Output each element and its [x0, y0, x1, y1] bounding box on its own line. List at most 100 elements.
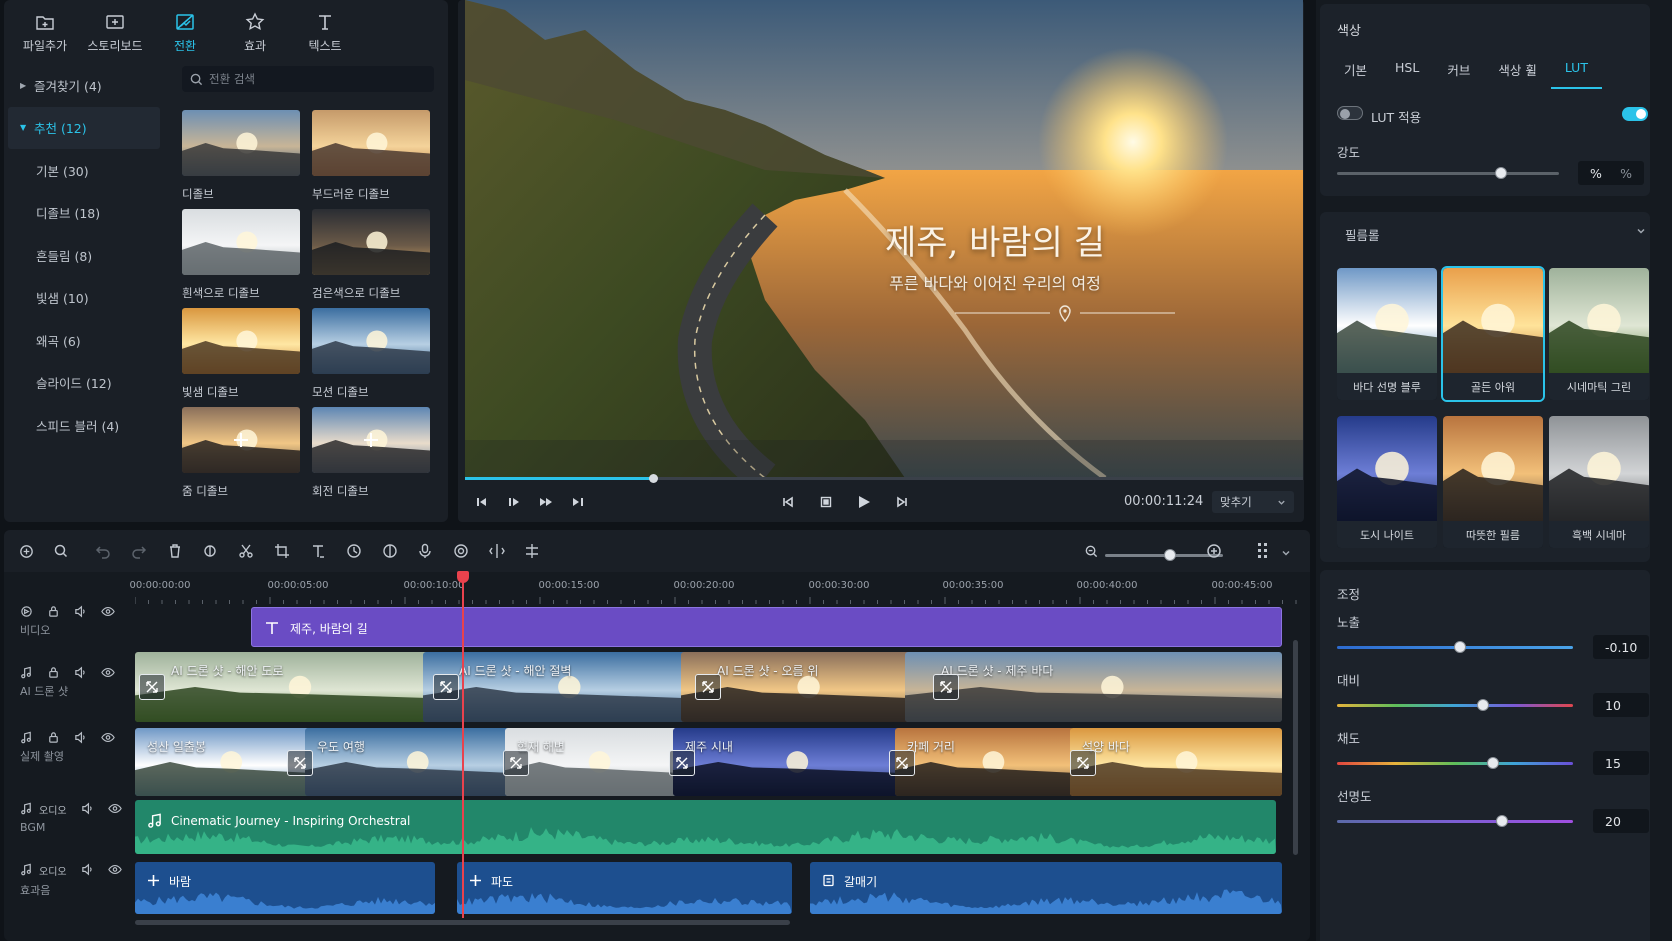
zoom-out-button[interactable]: [1082, 542, 1100, 560]
ripple-button[interactable]: [201, 542, 219, 560]
video-clip[interactable]: 협재 해변: [505, 728, 677, 796]
next-clip-button[interactable]: [891, 493, 913, 511]
color-tab[interactable]: LUT: [1550, 58, 1602, 89]
adjust-slider[interactable]: [1337, 641, 1573, 653]
transition-card[interactable]: 흰색으로 디졸브: [182, 209, 300, 308]
ai-tools-button[interactable]: [17, 542, 35, 560]
strength-slider[interactable]: [1337, 167, 1559, 179]
adjust-slider[interactable]: [1337, 815, 1573, 827]
chevron-down-icon[interactable]: [1636, 226, 1646, 236]
video-clip[interactable]: 카페 거리: [895, 728, 1074, 796]
adjust-slider[interactable]: [1337, 699, 1573, 711]
video-clip[interactable]: 우도 여행: [305, 728, 510, 796]
prev-frame-button[interactable]: [503, 493, 525, 511]
transition-card[interactable]: 빛샘 디졸브: [182, 308, 300, 407]
fit-select[interactable]: 맞추기: [1212, 491, 1294, 513]
color-match-button[interactable]: [381, 542, 399, 560]
video-clip[interactable]: 석양 바다: [1070, 728, 1282, 796]
playback-scrubber[interactable]: [648, 474, 658, 483]
adjust-value-input[interactable]: 15: [1593, 751, 1649, 775]
bgm-clip[interactable]: Cinematic Journey - Inspiring Orchestral: [135, 800, 1276, 854]
adjust-value-input[interactable]: 20: [1593, 809, 1649, 833]
category-item[interactable]: 왜곡 (6): [8, 319, 160, 362]
transition-marker[interactable]: [1070, 750, 1096, 776]
timeline-horizontal-scrollbar[interactable]: [135, 920, 790, 925]
adjust-slider-knob[interactable]: [1486, 757, 1499, 769]
eye-icon[interactable]: [101, 666, 115, 679]
lock-icon[interactable]: [47, 605, 60, 618]
lut-filter-card[interactable]: 따뜻한 필름: [1443, 416, 1543, 548]
auto-reframe-button[interactable]: [488, 542, 506, 560]
transition-marker[interactable]: [889, 750, 915, 776]
play-button[interactable]: [853, 493, 875, 511]
prev-clip-button[interactable]: [777, 493, 799, 511]
speaker-icon[interactable]: [81, 802, 94, 815]
video-clip[interactable]: AI 드론 샷 - 제주 바다: [905, 652, 1282, 722]
category-item[interactable]: ▶ 즐겨찾기 (4): [8, 64, 160, 107]
go-end-button[interactable]: [567, 493, 589, 511]
timeline-vertical-scrollbar[interactable]: [1293, 640, 1298, 855]
tab-text[interactable]: 텍스트: [290, 6, 360, 58]
video-clip[interactable]: AI 드론 샷 - 해안 도로: [135, 652, 435, 722]
sfx-clip[interactable]: 갈매기: [810, 862, 1282, 914]
transition-card[interactable]: 회전 디졸브: [312, 407, 430, 506]
transition-marker[interactable]: [695, 674, 721, 700]
eye-icon[interactable]: [101, 731, 115, 744]
category-item[interactable]: 기본 (30): [8, 149, 160, 192]
record-voice-button[interactable]: [416, 542, 434, 560]
eye-icon[interactable]: [101, 605, 115, 618]
lut-enable-toggle[interactable]: [1622, 107, 1648, 121]
adjust-slider-knob[interactable]: [1496, 815, 1509, 827]
lock-icon[interactable]: [47, 731, 60, 744]
transition-card[interactable]: 줌 디졸브: [182, 407, 300, 506]
stabilize-button[interactable]: [452, 542, 470, 560]
zoom-in-button[interactable]: [1205, 542, 1223, 560]
color-tab[interactable]: 기본: [1330, 58, 1381, 89]
transition-marker[interactable]: [433, 674, 459, 700]
adjust-value-input[interactable]: 10: [1593, 693, 1649, 717]
lut-filter-card[interactable]: 흑백 시네마: [1549, 416, 1649, 548]
sfx-clip[interactable]: 파도: [457, 862, 792, 914]
playhead[interactable]: [457, 571, 469, 583]
transition-card[interactable]: 모션 디졸브: [312, 308, 430, 407]
redo-button[interactable]: [130, 542, 148, 560]
speaker-icon[interactable]: [74, 731, 87, 744]
category-item[interactable]: ▼ 추천 (12): [8, 106, 160, 149]
eye-icon[interactable]: [107, 802, 122, 815]
transition-card[interactable]: 부드러운 디졸브: [312, 110, 430, 209]
music-note-icon[interactable]: [20, 666, 33, 679]
timeline-zoom-knob[interactable]: [1163, 549, 1176, 561]
tab-storyboard[interactable]: 스토리보드: [80, 6, 150, 58]
title-clip[interactable]: 제주, 바람의 길: [251, 607, 1282, 647]
category-item[interactable]: 스피드 블러 (4): [8, 404, 160, 447]
sfx-clip[interactable]: 바람: [135, 862, 435, 914]
transition-search[interactable]: [182, 66, 434, 92]
transition-marker[interactable]: [287, 750, 313, 776]
adjust-slider[interactable]: [1337, 757, 1573, 769]
crop-button[interactable]: [273, 542, 291, 560]
color-tab[interactable]: 색상 휠: [1484, 58, 1550, 89]
transition-card[interactable]: 검은색으로 디졸브: [312, 209, 430, 308]
text-tool-button[interactable]: [309, 542, 327, 560]
lut-filter-card[interactable]: 골든 아워: [1441, 266, 1545, 402]
speed-button[interactable]: [345, 542, 363, 560]
strength-input[interactable]: % %: [1578, 161, 1644, 185]
tab-effects[interactable]: 효과: [220, 6, 290, 58]
search-tool-button[interactable]: [52, 542, 70, 560]
go-start-button[interactable]: [471, 493, 493, 511]
adjust-slider-knob[interactable]: [1453, 641, 1466, 653]
category-item[interactable]: 빛샘 (10): [8, 277, 160, 320]
transition-marker[interactable]: [669, 750, 695, 776]
adjust-slider-knob[interactable]: [1477, 699, 1490, 711]
search-input[interactable]: [209, 72, 419, 86]
track-settings-button[interactable]: [1254, 542, 1272, 560]
speaker-icon[interactable]: [74, 605, 87, 618]
fast-forward-button[interactable]: [535, 493, 557, 511]
lut-toggle-small[interactable]: [1337, 106, 1363, 120]
adjust-value-input[interactable]: -0.10: [1593, 635, 1649, 659]
lut-filter-card[interactable]: 도시 나이트: [1337, 416, 1437, 548]
lock-icon[interactable]: [47, 666, 60, 679]
eye-icon[interactable]: [107, 863, 122, 876]
lut-filter-card[interactable]: 시네마틱 그린: [1549, 268, 1649, 400]
video-clip[interactable]: 성산 일출봉: [135, 728, 310, 796]
